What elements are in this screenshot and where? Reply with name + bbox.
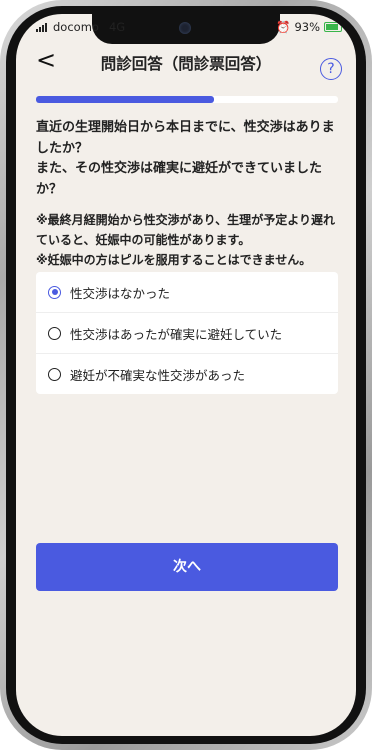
- option-unsure-contraception[interactable]: 避妊が不確実な性交渉があった: [36, 354, 338, 394]
- header: < 問診回答（問診票回答） ?: [16, 42, 356, 82]
- signal-icon: [36, 22, 47, 32]
- progress-bar: [36, 96, 338, 103]
- alarm-icon: ⏰: [276, 20, 291, 34]
- next-button[interactable]: 次へ: [36, 543, 338, 591]
- status-right: ⏰ 93%: [276, 20, 342, 34]
- option-label: 性交渉はなかった: [70, 285, 171, 301]
- question-circle-icon[interactable]: ?: [320, 58, 342, 80]
- note-no-pill-when-pregnant: ※妊娠中の方はピルを服用することはできません。: [36, 253, 312, 267]
- carrier-label: docomo: [53, 20, 99, 34]
- option-label: 避妊が不確実な性交渉があった: [70, 367, 246, 383]
- network-label: 4G: [108, 20, 126, 34]
- camera-icon: [179, 22, 191, 34]
- progress-fill: [36, 96, 215, 103]
- note-pregnancy-risk: ※最終月経開始から性交渉があり、生理が予定より遅れていると、妊娠中の可能性があり…: [36, 213, 335, 247]
- battery-icon: [324, 22, 342, 32]
- answer-options: 性交渉はなかった 性交渉はあったが確実に避妊していた 避妊が不確実な性交渉があっ…: [36, 272, 338, 394]
- page-title: 問診回答（問診票回答）: [100, 55, 272, 73]
- notes: ※最終月経開始から性交渉があり、生理が予定より遅れていると、妊娠中の可能性があり…: [36, 210, 342, 270]
- option-no-intercourse[interactable]: 性交渉はなかった: [36, 272, 338, 313]
- radio-button[interactable]: [48, 326, 61, 340]
- battery-percent: 93%: [294, 20, 320, 34]
- option-contraception-used[interactable]: 性交渉はあったが確実に避妊していた: [36, 313, 338, 354]
- option-label: 性交渉はあったが確実に避妊していた: [70, 326, 283, 342]
- status-left: docomo 4G: [36, 20, 125, 34]
- question-text: 直近の生理開始日から本日までに、性交渉はありましたか？ また、その性交渉は確実に避…: [36, 120, 335, 197]
- radio-button[interactable]: [48, 367, 61, 381]
- app-screen: docomo 4G ⏰ 93% < 問診回答（問診票回答） ? 直近の生理開始日…: [16, 14, 356, 736]
- radio-button[interactable]: [48, 285, 61, 299]
